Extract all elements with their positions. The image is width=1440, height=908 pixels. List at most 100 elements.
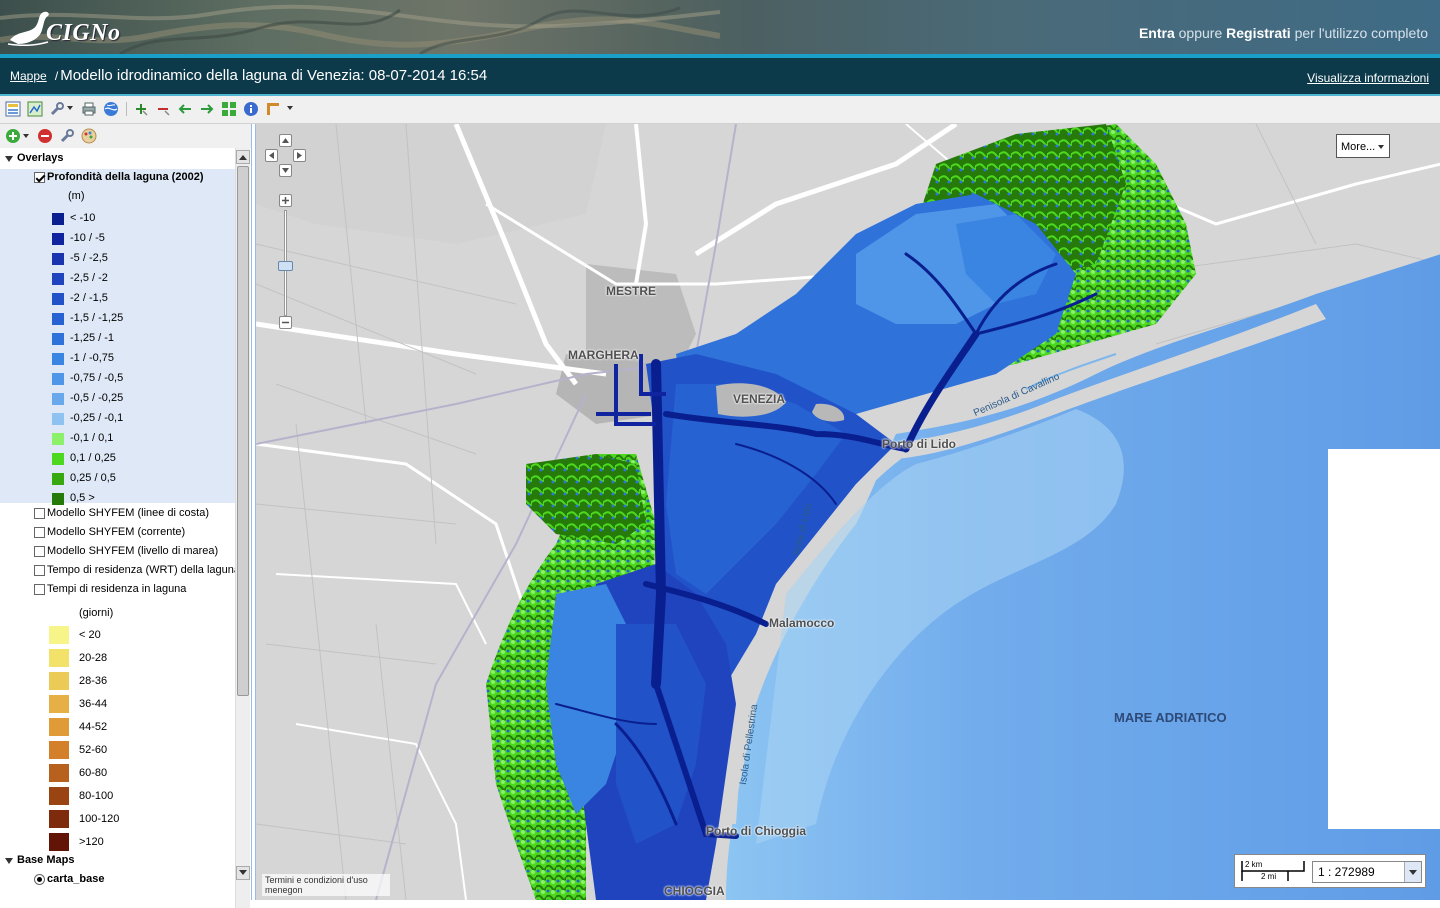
show-info-link[interactable]: Visualizza informazioni (1307, 71, 1429, 85)
layer-properties-icon[interactable] (58, 127, 76, 145)
header-banner: CIGNo Entra oppure Registrati per l'util… (0, 0, 1440, 54)
pan-left-icon[interactable] (265, 149, 278, 162)
depth-legend-swatch (52, 453, 64, 465)
pan-up-icon[interactable] (279, 134, 292, 147)
pan-down-icon[interactable] (279, 164, 292, 177)
layer-style-icon[interactable] (80, 127, 98, 145)
zoom-out-icon[interactable] (154, 100, 172, 118)
scale-control: 2 km 2 mi 1 : 272989 (1234, 854, 1426, 888)
venezia-label: VENEZIA (733, 392, 786, 406)
residence-unit-label: (giorni) (79, 607, 114, 619)
login-tail-text: per l'utilizzo completo (1294, 25, 1428, 41)
layer-label: Modello SHYFEM (corrente) (47, 526, 186, 538)
breadcrumb-mappe-link[interactable]: Mappe (10, 69, 47, 83)
chevron-down-icon (1378, 145, 1385, 150)
chioggia-label: CHIOGGIA (664, 884, 725, 898)
depth-legend-swatch (52, 273, 64, 285)
layer-tree-scrollbar[interactable] (235, 148, 250, 908)
measure-dropdown-arrow[interactable] (287, 106, 293, 110)
pan-right-icon[interactable] (293, 149, 306, 162)
measure-icon[interactable] (264, 100, 282, 118)
login-link[interactable]: Entra (1139, 25, 1175, 41)
depth-legend-label: -0,5 / -0,25 (70, 392, 124, 404)
login-oppure-text: oppure (1178, 25, 1223, 41)
depth-legend-label: -1,25 / -1 (70, 332, 115, 344)
layer-label: Modello SHYFEM (livello di marea) (47, 545, 219, 557)
residence-legend-label: < 20 (79, 629, 101, 641)
basemap-carta-base[interactable]: carta_base (0, 871, 235, 891)
depth-legend-swatch (52, 233, 64, 245)
chevron-down-icon[interactable] (1404, 862, 1421, 882)
zoom-in-icon[interactable] (132, 100, 150, 118)
depth-legend-swatch (52, 493, 64, 505)
basemaps-folder[interactable]: Base Maps (0, 852, 235, 872)
depth-legend-swatch (52, 373, 64, 385)
layer-node[interactable]: Modello SHYFEM (corrente) (0, 524, 235, 544)
layer-node[interactable]: Modello SHYFEM (linee di costa) (0, 505, 235, 525)
breadcrumb-separator: / (54, 69, 59, 83)
map-viewport[interactable]: MESTRE MARGHERA VENEZIA Porto di Lido Ma… (255, 124, 1440, 900)
tools-dropdown-arrow[interactable] (67, 106, 73, 110)
zoom-extent-icon[interactable] (220, 100, 238, 118)
depth-legend-label: 0,25 / 0,5 (70, 472, 116, 484)
forward-icon[interactable] (198, 100, 216, 118)
layer-checkbox[interactable] (34, 565, 45, 576)
depth-layer-node[interactable]: Profondità della laguna (2002) (m) < -10… (0, 169, 235, 505)
globe-icon[interactable] (102, 100, 120, 118)
more-layers-button[interactable]: More... (1336, 134, 1390, 158)
layer-node[interactable]: Tempo di residenza (WRT) della laguna (0, 562, 235, 582)
breadcrumb: Mappe / Modello idrodinamico della laguna… (10, 67, 487, 84)
logo-text: CIGNo (46, 20, 121, 46)
add-layer-icon[interactable] (4, 127, 22, 145)
print-icon[interactable] (80, 100, 98, 118)
depth-legend-label: -2 / -1,5 (70, 292, 108, 304)
attribution-provider: menegon (265, 885, 303, 895)
terms-link[interactable]: Termini e condizioni d'uso (265, 875, 387, 885)
layer-checkbox[interactable] (34, 584, 45, 595)
depth-legend-swatch (52, 333, 64, 345)
scroll-thumb[interactable] (237, 166, 249, 696)
zoom-slider[interactable] (278, 194, 294, 334)
zoom-out-button[interactable] (279, 316, 292, 329)
depth-legend-label: -10 / -5 (70, 232, 105, 244)
page-title: Modello idrodinamico della laguna di Ven… (60, 67, 488, 84)
collapse-arrow-icon[interactable] (5, 858, 13, 864)
residence-legend-swatch (49, 741, 69, 759)
residence-legend-swatch (49, 626, 69, 644)
residence-legend-swatch (49, 833, 69, 851)
back-icon[interactable] (176, 100, 194, 118)
tools-icon[interactable] (48, 100, 66, 118)
depth-legend-label: -2,5 / -2 (70, 272, 108, 284)
layer-checkbox[interactable] (34, 546, 45, 557)
scale-mi-label: 2 mi (1261, 872, 1277, 881)
depth-legend-swatch (52, 253, 64, 265)
zoom-in-button[interactable] (279, 194, 292, 207)
register-link[interactable]: Registrati (1226, 25, 1291, 41)
layer-node[interactable]: Modello SHYFEM (livello di marea) (0, 543, 235, 563)
layers-icon[interactable] (4, 100, 22, 118)
zoom-handle[interactable] (278, 261, 293, 271)
remove-layer-icon[interactable] (36, 127, 54, 145)
depth-legend-swatch (52, 433, 64, 445)
basemap-radio[interactable] (34, 874, 45, 885)
map-attribution: Termini e condizioni d'uso menegon (262, 874, 390, 896)
residence-legend-label: 28-36 (79, 675, 108, 687)
scale-select[interactable]: 1 : 272989 (1312, 861, 1422, 883)
add-layer-dropdown-arrow[interactable] (23, 134, 29, 138)
collapse-arrow-icon[interactable] (5, 156, 13, 162)
mestre-label: MESTRE (606, 284, 657, 298)
overlays-folder[interactable]: Overlays (0, 150, 235, 170)
layer-checkbox[interactable] (34, 508, 45, 519)
scroll-down-icon[interactable] (236, 866, 250, 880)
new-map-icon[interactable] (26, 100, 44, 118)
layer-checkbox[interactable] (34, 527, 45, 538)
layer-node[interactable]: Tempi di residenza in laguna (0, 581, 235, 601)
info-icon[interactable] (242, 100, 260, 118)
depth-legend-label: -1,5 / -1,25 (70, 312, 124, 324)
depth-layer-checkbox[interactable] (34, 172, 45, 183)
depth-legend-label: < -10 (70, 212, 96, 224)
cigno-logo[interactable]: CIGNo (4, 6, 124, 50)
porto-lido-label: Porto di Lido (882, 437, 956, 451)
depth-legend-swatch (52, 353, 64, 365)
scroll-up-icon[interactable] (236, 150, 250, 164)
